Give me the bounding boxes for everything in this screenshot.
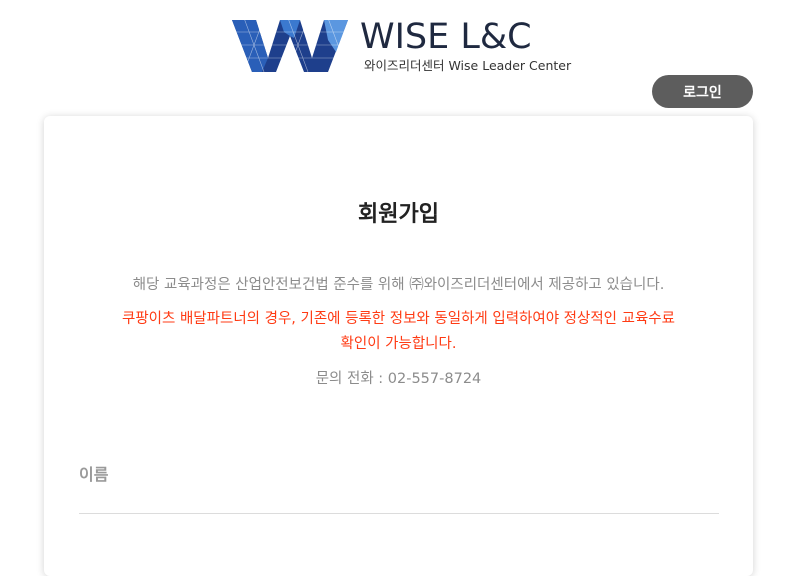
- brand-subtitle: 와이즈리더센터 Wise Leader Center: [364, 58, 572, 73]
- coupang-warning: 쿠팡이츠 배달파트너의 경우, 기존에 등록한 정보와 동일하게 입력하여야 정…: [44, 307, 753, 357]
- warning-line-2: 확인이 가능합니다.: [340, 336, 457, 352]
- name-input[interactable]: [79, 486, 723, 514]
- contact-phone: 문의 전화 : 02-557-8724: [315, 371, 482, 387]
- signup-card: 회원가입 해당 교육과정은 산업안전보건법 준수를 위해 ㈜와이즈리더센터에서 …: [44, 116, 753, 576]
- logo-mark-icon: [232, 18, 348, 72]
- logo[interactable]: WISE L&C 와이즈리더센터 Wise Leader Center: [232, 14, 572, 76]
- warning-line-1: 쿠팡이츠 배달파트너의 경우, 기존에 등록한 정보와 동일하게 입력하여야 정…: [121, 311, 675, 327]
- provider-notice: 해당 교육과정은 산업안전보건법 준수를 위해 ㈜와이즈리더센터에서 제공하고 …: [132, 277, 665, 293]
- login-button[interactable]: 로그인: [652, 75, 753, 108]
- header: WISE L&C 와이즈리더센터 Wise Leader Center 로그인: [0, 0, 800, 110]
- name-input-underline: [79, 513, 719, 514]
- name-label: 이름: [79, 465, 109, 484]
- page-title: 회원가입: [358, 202, 439, 227]
- brand-name: WISE L&C: [360, 17, 532, 57]
